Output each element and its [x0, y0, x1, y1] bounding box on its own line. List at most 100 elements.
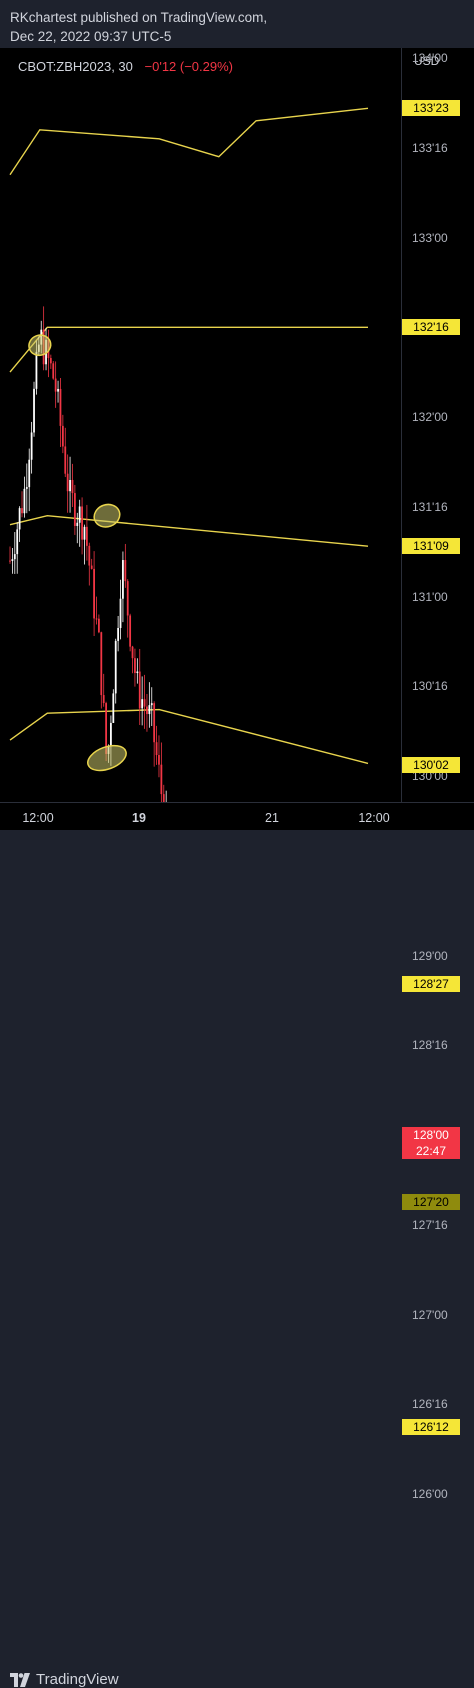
price-badge: 127'20 — [402, 1194, 460, 1211]
price-tick: 129'00 — [412, 948, 448, 963]
price-change: −0'12 (−0.29%) — [144, 59, 234, 74]
price-tick: 126'16 — [412, 1397, 448, 1412]
candle-body — [59, 388, 62, 426]
candle-body — [102, 695, 105, 704]
price-badge: 130'02 — [402, 756, 460, 773]
candle-body — [76, 522, 79, 526]
symbol-legend[interactable]: CBOT:ZBH2023, 30 −0'12 (−0.29%) — [18, 59, 233, 74]
candle-body — [162, 794, 165, 802]
time-tick: 21 — [265, 811, 279, 825]
publish-header: RKchartest published on TradingView.com,… — [0, 0, 474, 48]
candle-body — [35, 351, 38, 389]
candle-body — [33, 388, 35, 433]
price-badge: 132'16 — [402, 319, 460, 336]
candle-body — [117, 627, 120, 641]
time-tick: 12:00 — [22, 811, 54, 825]
highlight-marker — [93, 503, 121, 528]
candle-body — [11, 559, 14, 561]
candle-body — [148, 705, 151, 715]
price-tick: 130'16 — [412, 679, 448, 694]
price-tick: 131'00 — [412, 589, 448, 604]
candle-body — [110, 722, 112, 747]
candle-body — [88, 545, 91, 566]
candle-body — [66, 473, 69, 492]
candle-body — [30, 432, 33, 460]
candle-body — [141, 699, 144, 709]
candle-body — [146, 706, 148, 715]
candle-body — [28, 459, 31, 488]
time-tick: 12:00 — [358, 811, 390, 825]
candle-body — [129, 615, 132, 647]
candle-body — [143, 699, 146, 707]
candle-body — [93, 568, 95, 619]
candle-body — [126, 581, 129, 616]
price-tick: 127'16 — [412, 1217, 448, 1232]
price-badge: 126'12 — [402, 1418, 460, 1435]
tradingview-brand[interactable]: TradingView — [10, 1671, 119, 1688]
candle-body — [83, 526, 86, 540]
candle-body — [81, 506, 83, 540]
candle-body — [124, 560, 127, 582]
candle-body — [23, 488, 26, 514]
candle-body — [158, 755, 160, 765]
price-axis-divider — [401, 48, 402, 802]
candle-body — [136, 671, 139, 674]
brand-name: TradingView — [36, 1671, 119, 1688]
candle-body — [21, 508, 23, 514]
publisher-line: RKchartest published on TradingView.com, — [10, 10, 268, 25]
candle-body — [73, 493, 76, 526]
candle-body — [138, 671, 141, 709]
price-tick: 126'00 — [412, 1487, 448, 1501]
time-tick: 19 — [132, 811, 146, 825]
highlight-marker — [87, 744, 127, 772]
candle-body — [160, 764, 163, 795]
price-plot[interactable] — [0, 48, 474, 802]
tradingview-logo-icon — [10, 1672, 30, 1687]
candle-body — [119, 598, 122, 628]
price-tick: 133'00 — [412, 230, 448, 245]
candle-body — [78, 506, 81, 523]
price-badge: 133'23 — [402, 100, 460, 117]
price-tick: 127'00 — [412, 1307, 448, 1322]
price-tick: 132'00 — [412, 410, 448, 424]
candle-body — [64, 446, 67, 474]
candle-body — [69, 480, 71, 492]
candle-body — [155, 742, 158, 756]
candle-body — [18, 508, 21, 530]
price-tick: 134'00 — [412, 51, 448, 65]
candle-body — [131, 646, 134, 659]
candle-body — [112, 693, 115, 723]
symbol-label: CBOT:ZBH2023, 30 — [18, 59, 133, 74]
candle-body — [97, 618, 100, 633]
candle-body — [52, 363, 55, 379]
candle-body — [54, 378, 57, 392]
price-tick: 131'16 — [412, 499, 448, 514]
candle-body — [150, 703, 153, 706]
candle-body — [25, 487, 28, 489]
footer: TradingView — [0, 830, 474, 1688]
band-line — [9, 514, 369, 547]
price-badge: 128'00 — [402, 1127, 460, 1143]
candle-body — [134, 658, 136, 674]
highlight-marker — [28, 334, 52, 357]
price-badge: 128'27 — [402, 975, 460, 992]
price-badge: 22:47 — [402, 1143, 460, 1159]
price-tick: 128'16 — [412, 1038, 448, 1053]
time-axis-divider — [0, 802, 474, 803]
candle-body — [49, 358, 52, 364]
candle-body — [153, 703, 156, 743]
publish-date: Dec 22, 2022 09:37 UTC-5 — [10, 29, 172, 44]
price-tick: 133'16 — [412, 140, 448, 155]
candle-body — [9, 560, 11, 562]
candle-body — [71, 480, 74, 494]
band-line — [9, 708, 369, 765]
candle-body — [57, 388, 59, 392]
candle-body — [16, 529, 19, 555]
candle-body — [61, 425, 64, 447]
candle-body — [90, 565, 93, 569]
candle-body — [85, 526, 88, 546]
candle-body — [114, 640, 117, 694]
band-line — [9, 326, 368, 373]
candle-body — [122, 560, 124, 599]
candle-body — [100, 632, 103, 696]
